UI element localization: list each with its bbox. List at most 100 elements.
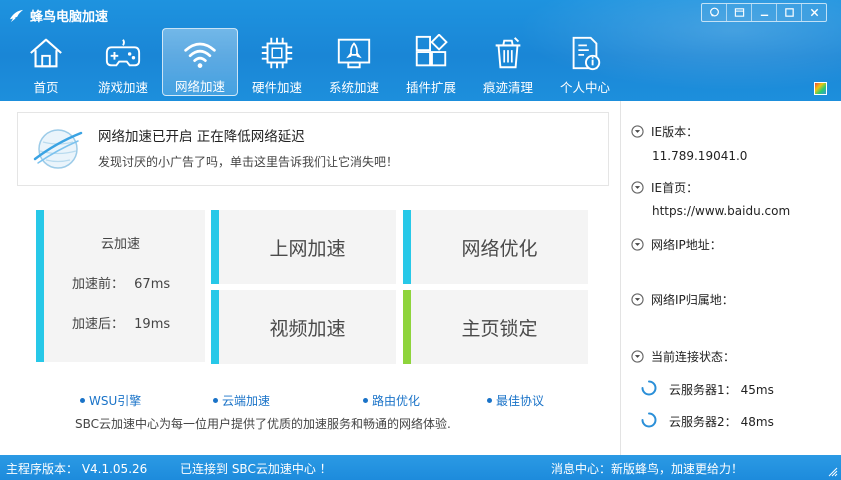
- server2-status: 云服务器2： 48ms: [669, 415, 774, 429]
- feature-item: WSU引擎: [80, 392, 141, 409]
- internet-accel-tile[interactable]: 上网加速: [211, 210, 396, 284]
- notice-banner[interactable]: 网络加速已开启 正在降低网络延迟 发现讨厌的小广告了吗，单击这里告诉我们让它消失…: [17, 112, 609, 186]
- bullet-icon: [487, 398, 492, 403]
- menu-button[interactable]: [727, 4, 752, 21]
- message-center[interactable]: 消息中心：新版蜂鸟，加速更给力！: [551, 460, 743, 477]
- after-value: 19ms: [134, 317, 171, 332]
- wifi-icon: [184, 42, 216, 68]
- feature-item: 路由优化: [363, 392, 420, 409]
- nav-label: 网络加速: [174, 79, 225, 94]
- close-button[interactable]: [802, 4, 826, 21]
- network-optimize-label: 网络优化: [461, 237, 538, 260]
- chevron-down-icon: [631, 293, 644, 306]
- nav-label: 个人中心: [559, 80, 610, 95]
- close-icon: [810, 8, 818, 17]
- chip-icon: [261, 37, 293, 69]
- skin-icon[interactable]: [814, 82, 827, 95]
- nav-cleanup[interactable]: 痕迹清理: [470, 28, 546, 96]
- info-panel: IE版本： 11.789.19041.0 IE首页： https://www.b…: [620, 101, 841, 455]
- feature-label: 云端加速: [222, 394, 271, 408]
- nav-label: 插件扩展: [405, 80, 456, 95]
- ie-version-value: 11.789.19041.0: [652, 149, 748, 163]
- tile-accent-bar: [211, 210, 219, 284]
- after-label: 加速后：: [72, 317, 125, 332]
- nav-label: 游戏加速: [97, 80, 148, 95]
- before-latency: 加速前： 67ms: [72, 273, 170, 292]
- feedback-button[interactable]: [702, 4, 727, 21]
- bullet-icon: [80, 398, 85, 403]
- ie-home-value: https://www.baidu.com: [652, 204, 791, 218]
- globe-icon: [33, 129, 83, 169]
- homepage-lock-tile[interactable]: 主页锁定: [403, 290, 588, 364]
- ie-home-label: IE首页：: [631, 179, 698, 196]
- document-icon: [572, 36, 601, 71]
- feature-label: 最佳协议: [496, 394, 545, 408]
- bullet-icon: [213, 398, 218, 403]
- nav-plugins[interactable]: 插件扩展: [393, 28, 469, 96]
- before-value: 67ms: [134, 277, 171, 292]
- maximize-button[interactable]: [777, 4, 802, 21]
- nav-home[interactable]: 首页: [8, 28, 84, 96]
- nav-network[interactable]: 网络加速: [162, 28, 238, 96]
- feature-label: WSU引擎: [89, 394, 142, 408]
- connection-text: 已连接到 SBC云加速中心 ！: [180, 462, 332, 476]
- nav-label: 硬件加速: [251, 80, 302, 95]
- homepage-lock-label: 主页锁定: [461, 317, 538, 340]
- nav-game[interactable]: 游戏加速: [85, 28, 161, 96]
- ip-location-label: 网络IP归属地：: [631, 291, 734, 308]
- window-controls: [701, 3, 827, 22]
- resize-grip-icon[interactable]: [828, 467, 838, 477]
- chevron-down-icon: [631, 125, 644, 138]
- title-bar: 蜂鸟电脑加速: [9, 6, 109, 25]
- cloud-accel-tile: 云加速 加速前： 67ms 加速后： 19ms: [36, 210, 205, 362]
- gamepad-icon: [105, 39, 141, 67]
- bullet-icon: [363, 398, 368, 403]
- minimize-button[interactable]: [752, 4, 777, 21]
- maximize-icon: [784, 8, 794, 17]
- server1-status: 云服务器1： 45ms: [669, 383, 774, 397]
- feature-item: 云端加速: [213, 392, 270, 409]
- plugin-icon: [415, 34, 448, 67]
- tile-accent-bar: [403, 210, 411, 284]
- app-window: 蜂鸟电脑加速 首页 游戏加速 网络加速 硬件加速 系统加速 插件扩展 痕迹清理 …: [0, 0, 841, 480]
- nav-hardware[interactable]: 硬件加速: [239, 28, 315, 96]
- loading-spinner-icon: [641, 412, 657, 428]
- ie-version-label: IE版本：: [631, 123, 698, 140]
- service-description: SBC云加速中心为每一位用户提供了优质的加速服务和畅通的网络体验.: [75, 417, 451, 431]
- nav-system[interactable]: 系统加速: [316, 28, 392, 96]
- chat-icon: [709, 7, 719, 17]
- chevron-down-icon: [631, 238, 644, 251]
- ip-address-label: 网络IP地址：: [631, 236, 722, 253]
- rocket-icon: [337, 38, 371, 69]
- main-content: 网络加速已开启 正在降低网络延迟 发现讨厌的小广告了吗，单击这里告诉我们让它消失…: [0, 101, 841, 455]
- chevron-down-icon: [631, 181, 644, 194]
- trash-icon: [495, 37, 521, 69]
- main-nav: 首页 游戏加速 网络加速 硬件加速 系统加速 插件扩展 痕迹清理 个人中心: [8, 28, 624, 96]
- before-label: 加速前：: [72, 277, 125, 292]
- feature-label: 路由优化: [372, 394, 421, 408]
- video-accel-label: 视频加速: [269, 317, 346, 340]
- home-icon: [30, 38, 62, 68]
- feature-item: 最佳协议: [487, 392, 544, 409]
- loading-spinner-icon: [641, 380, 657, 396]
- tile-accent-bar: [403, 290, 411, 364]
- menu-icon: [734, 8, 744, 17]
- status-bar: 主程序版本： V4.1.05.26 已连接到 SBC云加速中心 ！ 消息中心：新…: [0, 455, 841, 480]
- connection-status-label: 当前连接状态：: [631, 348, 735, 365]
- internet-accel-label: 上网加速: [269, 237, 346, 260]
- cloud-accel-title: 云加速: [100, 237, 140, 252]
- tile-accent-bar: [211, 290, 219, 364]
- version-text: 主程序版本： V4.1.05.26: [6, 462, 148, 476]
- app-title: 蜂鸟电脑加速: [30, 9, 109, 25]
- notice-title: 网络加速已开启 正在降低网络延迟: [98, 129, 305, 145]
- nav-label: 痕迹清理: [482, 80, 533, 95]
- nav-label: 首页: [33, 80, 59, 95]
- feature-list: WSU引擎 云端加速 路由优化 最佳协议: [0, 392, 620, 410]
- nav-personal[interactable]: 个人中心: [547, 28, 623, 96]
- network-optimize-tile[interactable]: 网络优化: [403, 210, 588, 284]
- header: 蜂鸟电脑加速 首页 游戏加速 网络加速 硬件加速 系统加速 插件扩展 痕迹清理 …: [0, 0, 841, 101]
- video-accel-tile[interactable]: 视频加速: [211, 290, 396, 364]
- notice-subtitle[interactable]: 发现讨厌的小广告了吗，单击这里告诉我们让它消失吧！: [98, 153, 398, 170]
- nav-label: 系统加速: [328, 80, 379, 95]
- chevron-down-icon: [631, 350, 644, 363]
